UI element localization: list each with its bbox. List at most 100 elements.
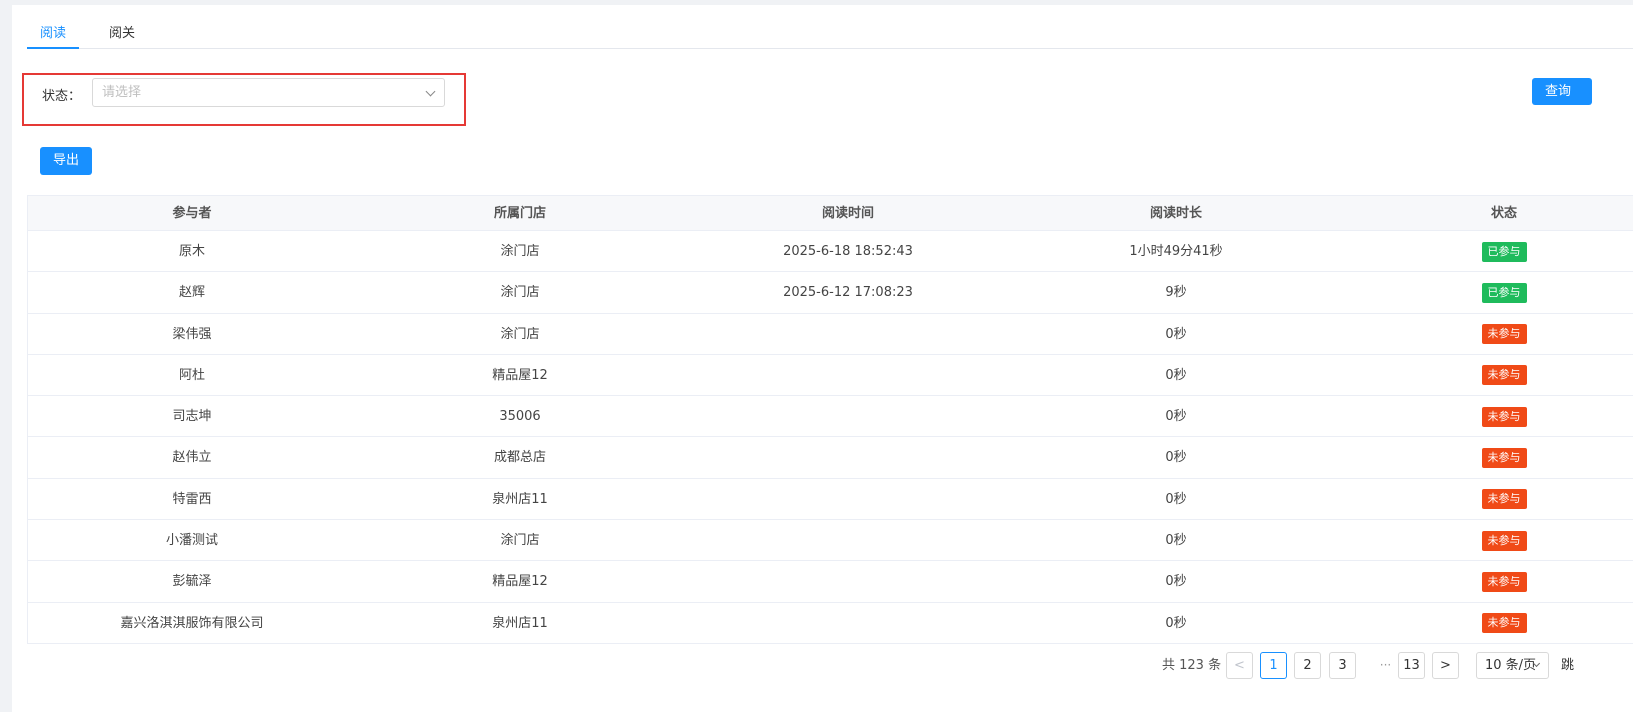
page-size-select[interactable]: 10 条/页: [1476, 652, 1549, 679]
status-badge: 已参与: [1481, 241, 1527, 262]
cell-duration: 0秒: [1165, 450, 1187, 466]
pagination-prev-button[interactable]: <: [1226, 652, 1253, 679]
cell-duration: 0秒: [1165, 491, 1187, 507]
status-badge: 未参与: [1481, 530, 1527, 551]
column-header-store: 所属门店: [493, 206, 546, 221]
cell-participant: 阿杜: [178, 367, 205, 383]
cell-store: 泉州店11: [492, 491, 548, 507]
status-badge: 未参与: [1481, 324, 1527, 345]
cell-store: 精品屋12: [492, 367, 548, 383]
cell-duration: 0秒: [1165, 574, 1187, 590]
pagination-page-last[interactable]: 13: [1398, 652, 1425, 679]
cell-status: 未参与: [1340, 314, 1633, 355]
table-row: 阿杜 精品屋12 0秒 未参与: [28, 355, 1633, 397]
cell-duration: 0秒: [1165, 326, 1187, 342]
cell-status: 未参与: [1340, 355, 1633, 396]
cell-read-time: [684, 603, 1012, 644]
cell-status: 未参与: [1340, 603, 1633, 644]
pagination-page-1[interactable]: 1: [1260, 652, 1287, 679]
cell-duration: 1小时49分41秒: [1129, 244, 1223, 259]
cell-store: 35006: [499, 409, 541, 425]
pagination-page-2[interactable]: 2: [1294, 652, 1321, 679]
column-header-read-time: 阅读时间: [821, 206, 874, 221]
status-badge: 已参与: [1481, 282, 1527, 303]
cell-participant: 赵辉: [178, 285, 205, 301]
pagination-page-3[interactable]: 3: [1329, 652, 1356, 679]
pagination-next-button[interactable]: >: [1432, 652, 1459, 679]
status-filter-label: 状态：: [42, 89, 82, 104]
cell-duration: 0秒: [1165, 615, 1187, 631]
pagination-ellipsis[interactable]: ···: [1372, 652, 1399, 679]
cell-read-time: [684, 561, 1012, 602]
status-badge: 未参与: [1481, 365, 1527, 386]
table-header: 参与者 所属门店 阅读时间 阅读时长 状态: [28, 196, 1633, 231]
status-badge: 未参与: [1481, 571, 1527, 592]
cell-duration: 0秒: [1165, 367, 1187, 383]
cell-duration: 0秒: [1165, 533, 1187, 549]
cell-participant: 特雷西: [172, 491, 212, 507]
table-row: 特雷西 泉州店11 0秒 未参与: [28, 479, 1633, 521]
cell-read-time: [684, 520, 1012, 561]
status-badge: 未参与: [1481, 489, 1527, 510]
cell-status: 未参与: [1340, 561, 1633, 602]
cell-participant: 赵伟立: [172, 450, 212, 466]
cell-store: 涂门店: [500, 244, 540, 259]
cell-read-time: [684, 355, 1012, 396]
cell-read-time: [684, 396, 1012, 437]
cell-store: 涂门店: [500, 326, 540, 342]
participant-table: 参与者 所属门店 阅读时间 阅读时长 状态 原木 涂门店 2025-6-18 18:…: [27, 195, 1633, 644]
column-header-status: 状态: [1490, 206, 1517, 221]
cell-participant: 原木: [178, 244, 205, 259]
cell-read-time: [684, 479, 1012, 520]
tab-pass[interactable]: 阅关: [107, 19, 137, 49]
cell-participant: 司志坤: [172, 409, 212, 425]
cell-participant: 梁伟强: [172, 326, 212, 342]
table-row: 彭毓泽 精品屋12 0秒 未参与: [28, 561, 1633, 603]
cell-read-time: 2025-6-12 17:08:23: [783, 285, 913, 301]
main-panel: 阅读 阅关 状态： 请选择 查询 导出 参与者 所属门店 阅读时间 阅读时长 状…: [12, 5, 1633, 712]
cell-participant: 彭毓泽: [172, 574, 212, 590]
cell-status: 未参与: [1340, 520, 1633, 561]
cell-read-time: 2025-6-18 18:52:43: [783, 244, 913, 259]
status-badge: 未参与: [1481, 406, 1527, 427]
table-row: 小潘测试 涂门店 0秒 未参与: [28, 520, 1633, 562]
pagination: 共 123 条 < 1 2 3 ··· 13 > 10 条/页 跳: [12, 652, 1633, 679]
cell-status: 未参与: [1340, 396, 1633, 437]
table-row: 赵伟立 成都总店 0秒 未参与: [28, 437, 1633, 479]
table-row: 赵辉 涂门店 2025-6-12 17:08:23 9秒 已参与: [28, 272, 1633, 314]
table-row: 司志坤 35006 0秒 未参与: [28, 396, 1633, 438]
tab-bar: 阅读 阅关: [27, 19, 1633, 49]
cell-duration: 9秒: [1165, 285, 1187, 301]
cell-participant: 嘉兴洛淇淇服饰有限公司: [120, 615, 264, 631]
query-button[interactable]: 查询: [1532, 78, 1592, 105]
status-select-placeholder: 请选择: [102, 85, 142, 100]
cell-store: 涂门店: [500, 533, 540, 549]
cell-store: 涂门店: [500, 285, 540, 301]
export-button[interactable]: 导出: [40, 147, 92, 175]
chevron-down-icon: [425, 86, 436, 97]
cell-status: 未参与: [1340, 437, 1633, 478]
page-size-value: 10 条/页: [1485, 658, 1537, 673]
cell-store: 泉州店11: [492, 615, 548, 631]
table-row: 原木 涂门店 2025-6-18 18:52:43 1小时49分41秒 已参与: [28, 231, 1633, 273]
pagination-total: 共 123 条: [1162, 658, 1222, 673]
column-header-duration: 阅读时长: [1149, 206, 1202, 221]
table-row: 嘉兴洛淇淇服饰有限公司 泉州店11 0秒 未参与: [28, 603, 1633, 644]
status-badge: 未参与: [1481, 447, 1527, 468]
cell-status: 已参与: [1340, 272, 1633, 313]
cell-store: 精品屋12: [492, 574, 548, 590]
table-row: 梁伟强 涂门店 0秒 未参与: [28, 314, 1633, 355]
pagination-jump-label: 跳: [1561, 658, 1575, 673]
cell-status: 未参与: [1340, 479, 1633, 520]
cell-read-time: [684, 437, 1012, 478]
cell-read-time: [684, 314, 1012, 355]
tab-read[interactable]: 阅读: [27, 19, 79, 49]
status-select[interactable]: 请选择: [92, 78, 445, 107]
cell-status: 已参与: [1340, 231, 1633, 272]
cell-duration: 0秒: [1165, 409, 1187, 425]
table-body: 原木 涂门店 2025-6-18 18:52:43 1小时49分41秒 已参与 赵辉 涂门店…: [28, 231, 1633, 644]
cell-store: 成都总店: [493, 450, 546, 466]
status-badge: 未参与: [1481, 613, 1527, 634]
column-header-participant: 参与者: [172, 206, 212, 221]
cell-participant: 小潘测试: [165, 533, 218, 549]
